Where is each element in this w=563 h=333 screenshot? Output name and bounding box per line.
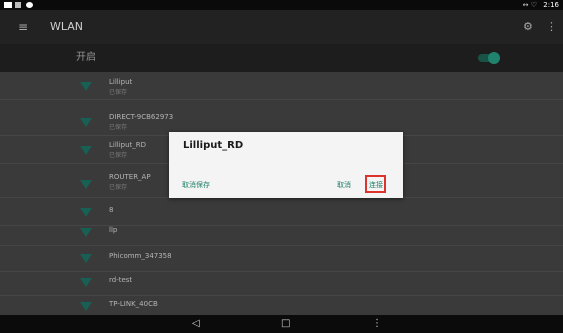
- gear-icon[interactable]: ⚙: [523, 10, 533, 44]
- back-icon[interactable]: ◁: [192, 315, 200, 333]
- menu-icon[interactable]: ⋮: [372, 315, 382, 333]
- more-options-icon[interactable]: ⋮: [546, 10, 557, 44]
- clock: 2:16: [543, 1, 559, 9]
- signal-icons: ↔ ♡: [522, 1, 537, 9]
- notification-icon: [15, 2, 21, 8]
- hamburger-menu-icon[interactable]: ≡: [18, 10, 28, 44]
- home-icon[interactable]: □: [281, 315, 290, 333]
- network-dialog: Lilliput_RD 取消保存 取消 连接: [169, 132, 403, 198]
- notification-icon: [4, 2, 12, 8]
- dialog-title: Lilliput_RD: [183, 140, 244, 151]
- page-title: WLAN: [50, 20, 84, 33]
- cancel-button[interactable]: 取消: [337, 180, 351, 190]
- nav-bar: ◁ □ ⋮: [0, 315, 563, 333]
- highlight-box: [365, 175, 386, 193]
- app-bar: ≡ WLAN ⚙ ⋮: [0, 10, 563, 44]
- notification-icon: [26, 2, 33, 8]
- forget-button[interactable]: 取消保存: [182, 180, 210, 190]
- status-bar: ↔ ♡ 2:16: [0, 0, 563, 10]
